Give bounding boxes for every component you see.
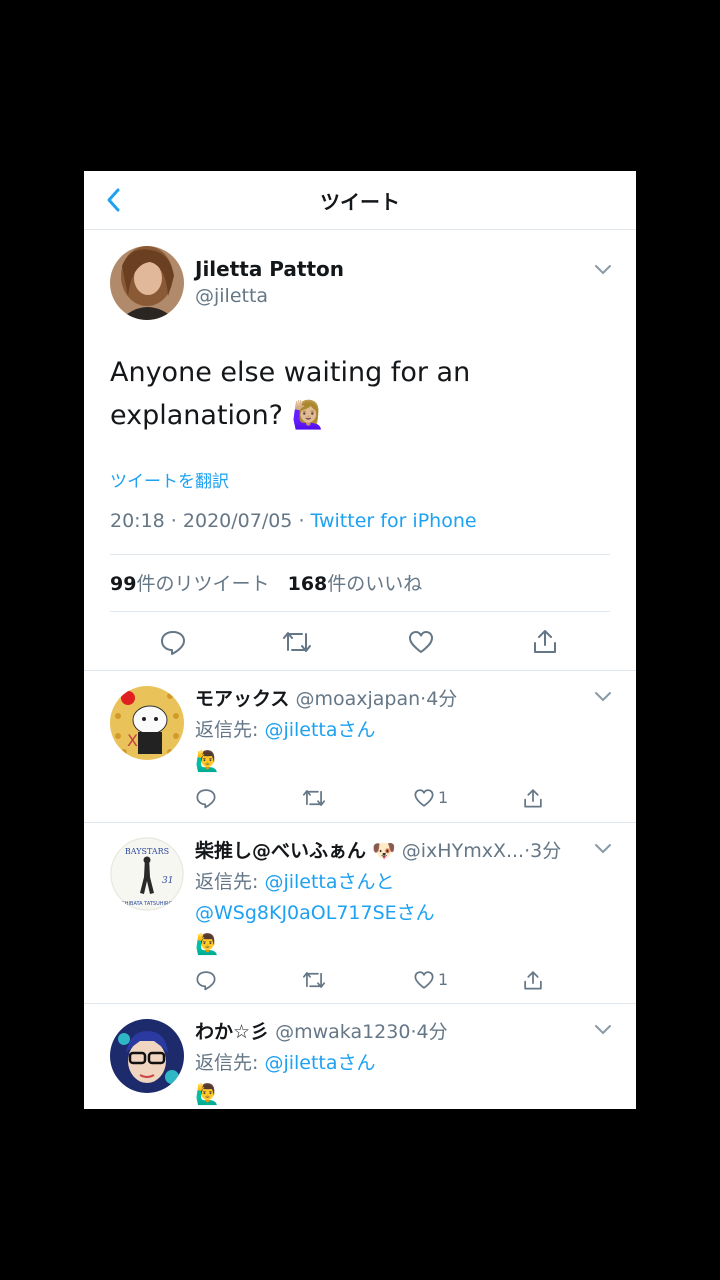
author-handle[interactable]: @jiletta — [195, 285, 268, 307]
like-heart-icon[interactable] — [413, 787, 435, 809]
like-count: 1 — [438, 970, 449, 989]
reply-header: 柴推し@べいふぁん 🐶 @ixHYmxX...·3分 — [195, 840, 562, 862]
raising-hand-emoji: 🙋‍♂️ — [195, 749, 220, 773]
reply-to-line: 返信先: @jilettaさんと — [195, 871, 395, 893]
reply-header: わか☆彡 @mwaka1230·4分 — [195, 1021, 448, 1043]
divider — [110, 611, 610, 612]
avatar[interactable]: BAYSTARS 31 SHIBATA TATSUHIRO — [110, 837, 184, 911]
tweet-text-line: explanation? — [110, 400, 284, 431]
avatar[interactable]: X — [110, 686, 184, 760]
tweet-text-line: Anyone else waiting for an — [110, 357, 471, 388]
like-count: 1 — [438, 788, 449, 807]
header-bar: ツイート — [84, 171, 636, 230]
raising-hand-emoji: 🙋‍♂️ — [195, 932, 220, 956]
reply-icon[interactable] — [195, 787, 217, 809]
dog-emoji: 🐶 — [372, 840, 396, 862]
reply-time: 4分 — [416, 1021, 448, 1043]
reply-to-line: 返信先: @jilettaさん — [195, 719, 376, 741]
mention-link[interactable]: @jiletta — [264, 1052, 337, 1074]
tweet-text: Anyone else waiting for an explanation? … — [110, 351, 610, 437]
page-title: ツイート — [320, 190, 400, 214]
tweet-date: 2020/07/05 — [182, 510, 293, 532]
retweet-icon[interactable] — [302, 787, 326, 809]
tweet-meta: 20:18 · 2020/07/05 · Twitter for iPhone — [110, 510, 477, 532]
retweet-icon[interactable] — [302, 969, 326, 991]
mention-link[interactable]: @jiletta — [264, 719, 337, 741]
reply-header: モアックス @moaxjapan·4分 — [195, 688, 458, 710]
reply-author-handle[interactable]: @mwaka1230 — [275, 1021, 410, 1043]
mention-link[interactable]: @WSg8KJ0aOL717SE — [195, 902, 397, 924]
author-name[interactable]: Jiletta Patton — [195, 257, 344, 281]
reply-tweet[interactable]: わか☆彡 @mwaka1230·4分 返信先: @jilettaさん 🙋‍♂️ — [84, 1004, 636, 1109]
svg-text:31: 31 — [162, 876, 173, 886]
chevron-down-icon[interactable] — [594, 843, 612, 855]
chevron-down-icon[interactable] — [594, 691, 612, 703]
translate-link[interactable]: ツイートを翻訳 — [110, 467, 229, 492]
divider — [110, 554, 610, 555]
raising-hand-emoji: 🙋‍♂️ — [195, 1082, 220, 1106]
retweet-icon[interactable] — [282, 628, 312, 656]
chevron-down-icon[interactable] — [594, 264, 612, 276]
svg-text:BAYSTARS: BAYSTARS — [125, 847, 169, 856]
reply-to-line: @WSg8KJ0aOL717SEさん — [195, 902, 435, 924]
like-count[interactable]: 168件のいいね — [288, 573, 423, 595]
reply-author-name[interactable]: わか☆彡 — [195, 1021, 269, 1043]
avatar[interactable] — [110, 1019, 184, 1093]
svg-text:SHIBATA TATSUHIRO: SHIBATA TATSUHIRO — [122, 901, 173, 907]
reply-tweet[interactable]: BAYSTARS 31 SHIBATA TATSUHIRO 柴推し@べいふぁん … — [84, 823, 636, 1003]
reply-author-name[interactable]: 柴推し@べいふぁん — [195, 840, 366, 862]
reply-time: 4分 — [426, 688, 458, 710]
avatar[interactable] — [110, 246, 184, 320]
reply-icon[interactable] — [195, 969, 217, 991]
reply-actions: 1 — [195, 787, 555, 811]
reply-tweet[interactable]: X モアックス @moaxjapan·4分 返信先: @jilettaさん 🙋‍… — [84, 671, 636, 822]
mention-link[interactable]: @jiletta — [264, 871, 337, 893]
tweet-actions — [110, 627, 610, 657]
reply-time: 3分 — [530, 840, 562, 862]
tweet-stats: 99件のリツイート 168件のいいね — [110, 569, 422, 596]
retweet-count[interactable]: 99件のリツイート — [110, 573, 269, 595]
reply-author-handle[interactable]: @ixHYmxX... — [402, 840, 524, 862]
reply-author-name[interactable]: モアックス — [195, 688, 289, 710]
tweet-source-link[interactable]: Twitter for iPhone — [311, 510, 477, 532]
reply-author-handle[interactable]: @moaxjapan — [295, 688, 420, 710]
svg-text:X: X — [127, 731, 138, 750]
tweet-time: 20:18 — [110, 510, 165, 532]
share-icon[interactable] — [531, 627, 559, 655]
reply-icon[interactable] — [159, 628, 187, 656]
like-heart-icon[interactable] — [413, 969, 435, 991]
tweet-detail-screen: ツイート Jiletta Patton @jiletta Anyone else… — [84, 171, 636, 1109]
like-heart-icon[interactable] — [407, 628, 435, 656]
share-icon[interactable] — [522, 969, 544, 991]
share-icon[interactable] — [522, 787, 544, 809]
chevron-down-icon[interactable] — [594, 1024, 612, 1036]
reply-to-line: 返信先: @jilettaさん — [195, 1052, 376, 1074]
raising-hand-emoji: 🙋🏼‍♀️ — [291, 400, 326, 431]
reply-actions: 1 — [195, 969, 555, 993]
